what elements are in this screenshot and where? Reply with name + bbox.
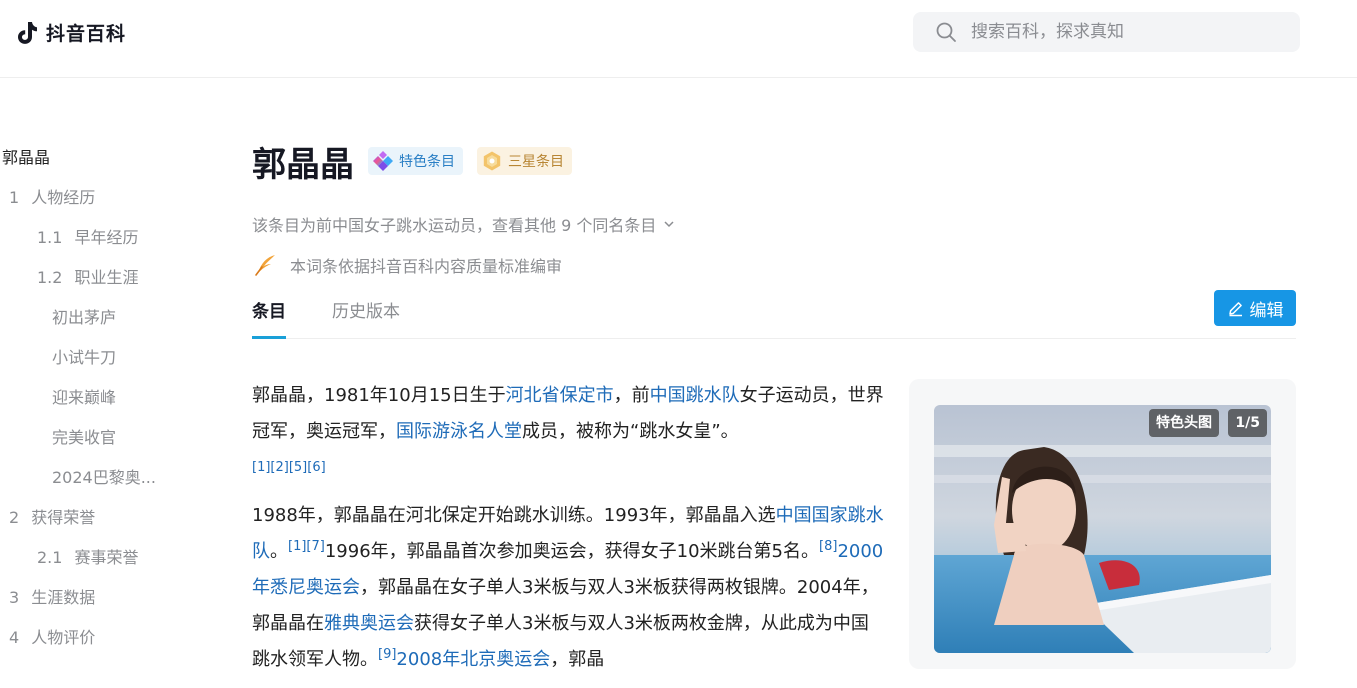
text-span: ，郭晶: [550, 649, 605, 670]
toc-item-label: 人物经历: [31, 188, 96, 207]
toc-item-label: 2024巴黎奥...: [52, 468, 156, 487]
link-hebei-baoding[interactable]: 河北省保定市: [506, 385, 614, 406]
toc-item-number: 1.1: [37, 228, 63, 247]
career-paragraph: 1988年，郭晶晶在河北保定开始跳水训练。1993年，郭晶晶入选中国国家跳水队。…: [252, 498, 886, 678]
toc-item[interactable]: 1 人物经历: [0, 178, 200, 218]
reference-link[interactable]: [8]: [819, 539, 837, 554]
toc-item[interactable]: 2024巴黎奥...: [0, 458, 170, 498]
three-star-badge-icon: [483, 151, 501, 171]
toc-item-label: 职业生涯: [74, 268, 139, 287]
link-china-diving-team[interactable]: 中国跳水队: [650, 385, 740, 406]
reference-link[interactable]: [9]: [378, 647, 396, 662]
article-tabs: 条目 历史版本 编辑: [252, 290, 1296, 339]
three-star-badge-label: 三星条目: [508, 154, 564, 170]
douyin-logo-icon: [18, 22, 37, 44]
toc-list: 1 人物经历 1.1 早年经历 1.2 职业生涯初出茅庐小试牛刀迎来巅峰完美收官 2024巴…: [0, 178, 200, 658]
toc-item-number: 3: [9, 588, 20, 607]
photo-count-tag: 1/5: [1228, 409, 1267, 437]
toc-item-number: 1: [9, 188, 20, 207]
featured-photo-tag: 特色头图: [1149, 409, 1219, 437]
featured-badge-icon: [373, 151, 393, 171]
toc-item[interactable]: 4 人物评价: [0, 618, 200, 658]
edit-pencil-icon: [1228, 301, 1242, 316]
toc-item-number: 4: [9, 628, 20, 647]
reference-link[interactable]: [1][7]: [288, 539, 325, 554]
text-span: ，前: [613, 385, 650, 406]
link-athens-olympics[interactable]: 雅典奥运会: [324, 613, 414, 634]
toc-item[interactable]: 迎来巅峰: [0, 378, 170, 418]
page-title: 郭晶晶: [252, 144, 354, 185]
featured-photo[interactable]: 特色头图 1/5: [934, 405, 1271, 653]
table-of-contents: 郭晶晶 1 人物经历 1.1 早年经历 1.2 职业生涯初出茅庐小试牛刀迎来巅峰完美收官 2…: [0, 138, 200, 658]
toc-item-number: 2: [9, 508, 20, 527]
toc-root[interactable]: 郭晶晶: [0, 138, 200, 178]
quality-note-text: 本词条依据抖音百科内容质量标准编审: [290, 257, 563, 276]
text-span: 。: [270, 541, 288, 562]
article-body: 郭晶晶，1981年10月15日生于河北省保定市，前中国跳水队女子运动员，世界冠军…: [252, 378, 886, 688]
toc-item-label: 迎来巅峰: [52, 388, 117, 407]
toc-item-label: 初出茅庐: [52, 308, 117, 327]
toc-item[interactable]: 初出茅庐: [0, 298, 170, 338]
site-logo[interactable]: 抖音百科: [14, 18, 126, 46]
toc-item-label: 人物评价: [31, 628, 96, 647]
three-star-badge[interactable]: 三星条目: [477, 147, 572, 175]
search-icon: [936, 22, 956, 42]
toc-item-label: 赛事荣誉: [74, 548, 139, 567]
swimmer-photo-image: [934, 405, 1271, 653]
intro-paragraph: 郭晶晶，1981年10月15日生于河北省保定市，前中国跳水队女子运动员，世界冠军…: [252, 378, 886, 450]
toc-item-label: 生涯数据: [31, 588, 96, 607]
featured-entry-badge[interactable]: 特色条目: [368, 147, 463, 175]
chevron-down-icon: [664, 221, 674, 228]
text-span: 成员，被称为“跳水女皇”。: [522, 421, 739, 442]
text-span: 1988年，郭晶晶在河北保定开始跳水训练。1993年，郭晶晶入选: [252, 505, 776, 526]
toc-item-label: 获得荣誉: [31, 508, 96, 527]
edit-button-label: 编辑: [1249, 300, 1284, 321]
toc-item-label: 早年经历: [74, 228, 139, 247]
quill-pen-icon: [255, 255, 275, 276]
toc-item[interactable]: 1.2 职业生涯: [0, 258, 200, 298]
toc-item-label: 小试牛刀: [52, 348, 117, 367]
link-beijing-olympics[interactable]: 2008年北京奥运会: [396, 649, 550, 670]
text-span: 1996年，郭晶晶首次参加奥运会，获得女子10米跳台第5名。: [324, 541, 820, 562]
toc-item[interactable]: 完美收官: [0, 418, 170, 458]
disambiguation-text: 该条目为前中国女子跳水运动员，查看其他 9 个同名条目: [252, 216, 657, 235]
toc-item[interactable]: 3 生涯数据: [0, 578, 200, 618]
tab-history[interactable]: 历史版本: [332, 298, 400, 339]
featured-badge-label: 特色条目: [399, 154, 455, 170]
edit-button[interactable]: 编辑: [1214, 290, 1296, 326]
tab-entry[interactable]: 条目: [252, 298, 286, 339]
link-swimming-hall-of-fame[interactable]: 国际游泳名人堂: [396, 421, 522, 442]
infobox-card: 特色头图 1/5: [909, 379, 1296, 669]
search-box[interactable]: [913, 12, 1300, 52]
text-span: 郭晶晶，1981年10月15日生于: [252, 385, 506, 406]
toc-item[interactable]: 小试牛刀: [0, 338, 170, 378]
toc-item-number: 1.2: [37, 268, 63, 287]
reference-links[interactable]: [1][2][5][6]: [252, 458, 886, 478]
brand-name: 抖音百科: [46, 22, 127, 45]
toc-item[interactable]: 1.1 早年经历: [0, 218, 200, 258]
search-input[interactable]: [971, 22, 1271, 42]
top-header: 抖音百科: [0, 0, 1357, 78]
disambiguation-note[interactable]: 该条目为前中国女子跳水运动员，查看其他 9 个同名条目: [252, 212, 676, 236]
quality-note: 本词条依据抖音百科内容质量标准编审: [254, 252, 562, 278]
title-row: 郭晶晶 特色条目 三星条目: [252, 138, 572, 185]
toc-item[interactable]: 2.1 赛事荣誉: [0, 538, 200, 578]
toc-item-number: 2.1: [37, 548, 63, 567]
toc-item-label: 完美收官: [52, 428, 117, 447]
toc-item[interactable]: 2 获得荣誉: [0, 498, 200, 538]
